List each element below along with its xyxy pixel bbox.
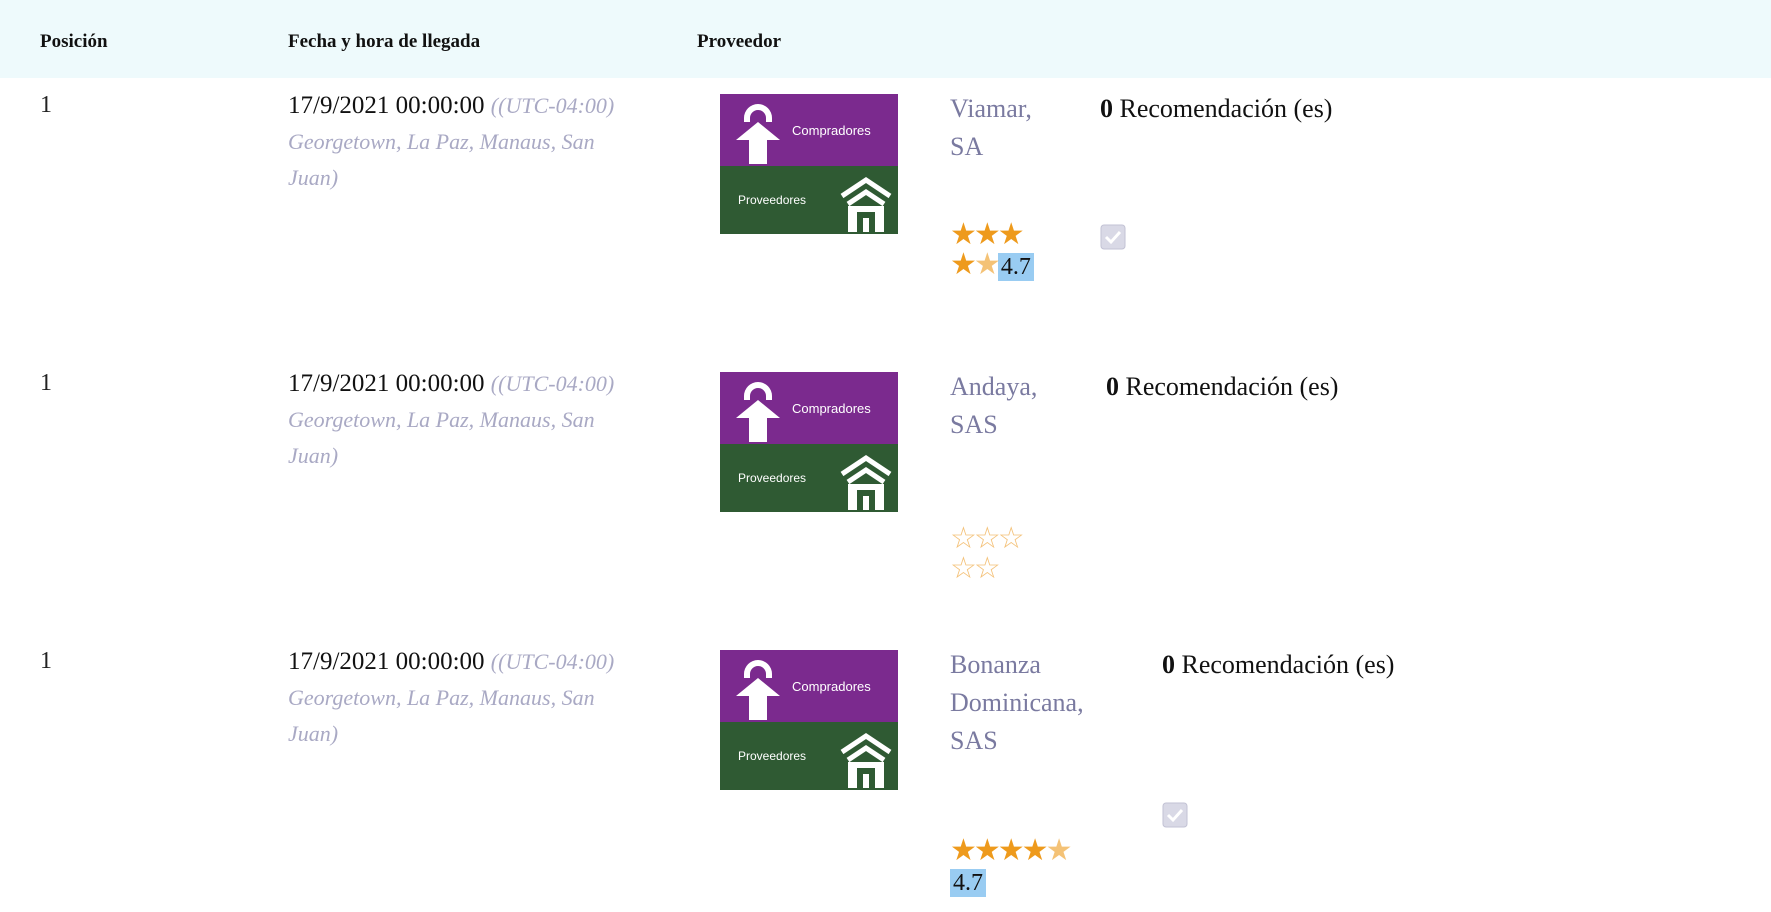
logo-suppliers-label: Proveedores	[738, 193, 807, 207]
recommendations: 0 Recomendación (es)	[1162, 646, 1422, 684]
recommendations-label: Recomendación (es)	[1119, 94, 1333, 123]
recommendations-count: 0	[1162, 650, 1175, 679]
supplier-logo[interactable]: Compradores Proveedores	[720, 650, 898, 790]
empty-star-icon: ☆☆☆	[950, 522, 1025, 555]
star-icon: ★★★	[950, 218, 1025, 251]
arrival-datetime: 17/9/2021 00:00:00 ((UTC-04:00) Georgeto…	[288, 88, 633, 196]
logo-buyers-label: Compradores	[792, 123, 871, 138]
logo-buyers-label: Compradores	[792, 679, 871, 694]
half-star-icon: ★	[973, 248, 1001, 281]
table-row: 1 17/9/2021 00:00:00 ((UTC-04:00) George…	[0, 356, 1771, 634]
star-icon: ★	[950, 248, 977, 281]
supplier-logo[interactable]: Compradores Proveedores	[720, 372, 898, 512]
buyer-arrow-icon	[736, 660, 780, 720]
recommendations-count: 0	[1100, 94, 1113, 123]
supplier-house-icon	[840, 454, 892, 510]
table-row: 1 17/9/2021 00:00:00 ((UTC-04:00) George…	[0, 634, 1771, 912]
star-rating: ★★★ ★★ 4.7	[950, 220, 1060, 281]
datetime-value: 17/9/2021 00:00:00	[288, 92, 485, 119]
datetime-value: 17/9/2021 00:00:00	[288, 370, 485, 397]
supplier-house-icon	[840, 732, 892, 788]
logo-buyers-label: Compradores	[792, 401, 871, 416]
arrival-datetime: 17/9/2021 00:00:00 ((UTC-04:00) Georgeto…	[288, 644, 633, 752]
recommendations-count: 0	[1106, 372, 1119, 401]
datetime-value: 17/9/2021 00:00:00	[288, 648, 485, 675]
logo-suppliers-label: Proveedores	[738, 749, 807, 763]
empty-star-icon: ☆☆	[950, 552, 1001, 585]
position-value: 1	[40, 370, 52, 396]
recommendations-label: Recomendación (es)	[1125, 372, 1339, 401]
verified-check-icon	[1100, 224, 1126, 250]
recommendations-label: Recomendación (es)	[1181, 650, 1395, 679]
supplier-logo[interactable]: Compradores Proveedores	[720, 94, 898, 234]
half-star-icon: ★	[1045, 834, 1073, 867]
column-header-supplier: Proveedor	[697, 31, 782, 52]
logo-suppliers-label: Proveedores	[738, 471, 807, 485]
supplier-name-link[interactable]: Andaya, SAS	[950, 368, 1060, 444]
table-row: 1 17/9/2021 00:00:00 ((UTC-04:00) George…	[0, 78, 1771, 356]
column-header-datetime: Fecha y hora de llegada	[288, 31, 481, 52]
position-value: 1	[40, 648, 52, 674]
rating-value: 4.7	[950, 869, 986, 897]
buyer-arrow-icon	[736, 382, 780, 442]
recommendations: 0 Recomendación (es)	[1106, 368, 1366, 406]
rating-value: 4.7	[997, 253, 1034, 281]
star-icon: ★★★★	[950, 834, 1049, 867]
supplier-name-link[interactable]: Bonanza Dominicana, SAS	[950, 646, 1120, 760]
arrival-datetime: 17/9/2021 00:00:00 ((UTC-04:00) Georgeto…	[288, 366, 633, 474]
star-rating: ★★★★★ 4.7	[950, 836, 1130, 897]
table-header: Posición Fecha y hora de llegada Proveed…	[0, 0, 1771, 78]
supplier-house-icon	[840, 176, 892, 232]
verified-check-icon	[1162, 802, 1188, 828]
recommendations: 0 Recomendación (es)	[1100, 90, 1360, 128]
column-header-position: Posición	[40, 31, 108, 52]
position-value: 1	[40, 92, 52, 118]
buyer-arrow-icon	[736, 104, 780, 164]
supplier-name-link[interactable]: Viamar, SA	[950, 90, 1060, 166]
star-rating: ☆☆☆ ☆☆	[950, 524, 1060, 584]
